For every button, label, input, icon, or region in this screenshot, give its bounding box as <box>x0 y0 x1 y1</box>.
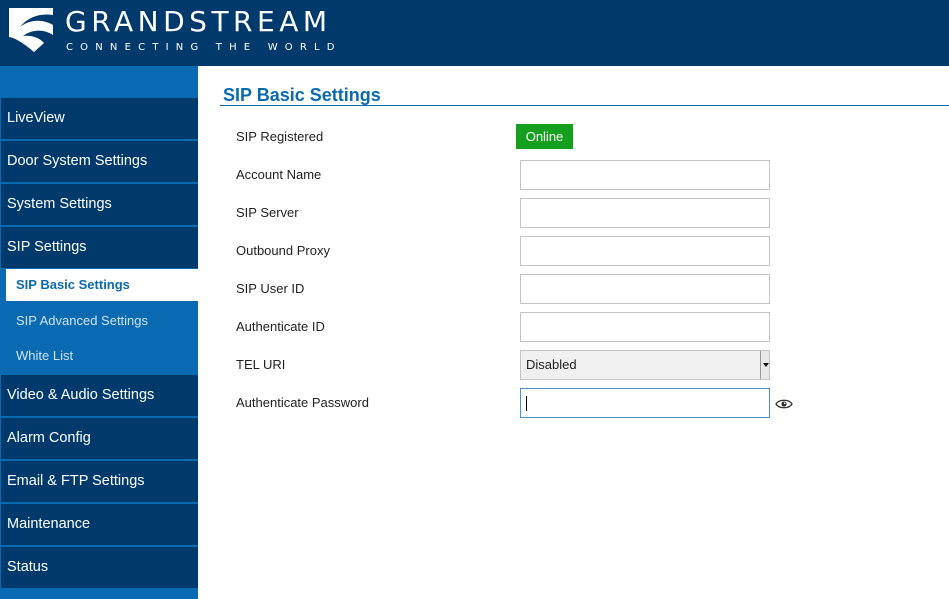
sip-user-id-input[interactable] <box>520 274 770 304</box>
top-banner: GRANDSTREAM CONNECTING THE WORLD <box>0 0 949 66</box>
brand-name: GRANDSTREAM <box>65 5 332 38</box>
sip-user-id-label: SIP User ID <box>236 281 305 296</box>
authenticate-password-input[interactable] <box>520 388 770 418</box>
sidebar-item-alarm-config[interactable]: Alarm Config <box>0 418 198 459</box>
sip-server-label: SIP Server <box>236 205 299 220</box>
sip-server-input[interactable] <box>520 198 770 228</box>
sidebar-item-status[interactable]: Status <box>0 547 198 588</box>
sidebar-item-email-ftp-settings[interactable]: Email & FTP Settings <box>0 461 198 502</box>
sidebar-subitem-white-list[interactable]: White List <box>6 338 198 373</box>
outbound-proxy-input[interactable] <box>520 236 770 266</box>
sidebar-subitem-sip-advanced-settings[interactable]: SIP Advanced Settings <box>6 303 198 338</box>
outbound-proxy-label: Outbound Proxy <box>236 243 330 258</box>
tel-uri-selected-value: Disabled <box>526 357 577 372</box>
account-name-label: Account Name <box>236 167 322 182</box>
sidebar-item-liveview[interactable]: LiveView <box>0 98 198 139</box>
sidebar-item-door-system-settings[interactable]: Door System Settings <box>0 141 198 182</box>
title-divider <box>220 105 949 106</box>
sidebar-item-sip-settings[interactable]: SIP Settings <box>0 227 198 268</box>
page-title: SIP Basic Settings <box>223 85 381 105</box>
sidebar-item-maintenance[interactable]: Maintenance <box>0 504 198 545</box>
grandstream-logo-icon <box>9 8 53 52</box>
tel-uri-label: TEL URI <box>236 357 286 372</box>
authenticate-password-label: Authenticate Password <box>236 395 369 410</box>
eye-icon[interactable] <box>775 398 793 410</box>
authenticate-id-label: Authenticate ID <box>236 319 325 334</box>
chevron-down-icon[interactable] <box>760 351 769 379</box>
sidebar-subitem-sip-basic-settings[interactable]: SIP Basic Settings <box>6 269 198 301</box>
sip-registered-label: SIP Registered <box>236 129 324 144</box>
sip-registered-status-badge: Online <box>516 124 573 149</box>
text-cursor <box>526 396 527 411</box>
brand-tagline: CONNECTING THE WORLD <box>66 42 342 53</box>
sidebar-item-video-audio-settings[interactable]: Video & Audio Settings <box>0 375 198 416</box>
tel-uri-select[interactable]: Disabled <box>520 350 770 380</box>
authenticate-id-input[interactable] <box>520 312 770 342</box>
sidebar-item-system-settings[interactable]: System Settings <box>0 184 198 225</box>
account-name-input[interactable] <box>520 160 770 190</box>
